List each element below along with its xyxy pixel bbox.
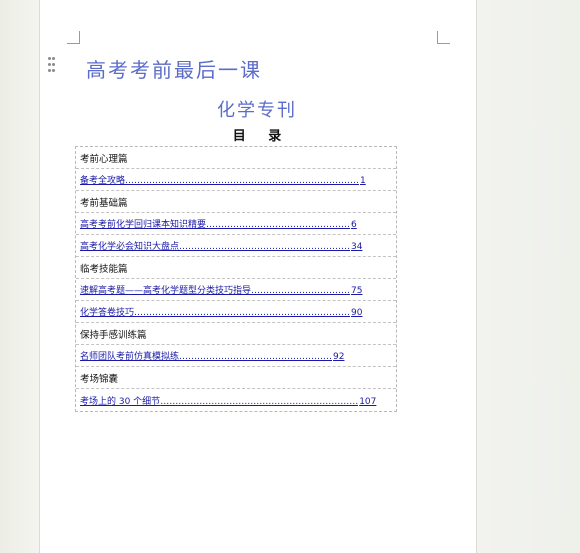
toc-heading: 目 录 — [232, 129, 282, 144]
toc-entry-title: 高考考前化学回归课本知识精要 — [80, 220, 207, 230]
toc-entry-title: 速解高考题——高考化学题型分类技巧指导 — [80, 286, 252, 296]
document-page: 高考考前最后一课 化学专刊 目 录 考前心理篇 备考全攻略………………………………… — [40, 0, 476, 553]
toc-entry-page-number: 34 — [351, 242, 363, 252]
margin-corner-mark-top-left — [67, 31, 80, 44]
toc-entry-title: 化学答卷技巧 — [80, 308, 135, 318]
toc-entry-title: 考场上的 30 个细节 — [80, 396, 161, 407]
toc-entry-leader: …………………………………………… — [179, 352, 333, 362]
document-title: 高考考前最后一课 — [86, 58, 262, 82]
toc-entry-page-number: 1 — [360, 176, 366, 186]
toc-entry-link[interactable]: 高考考前化学回归课本知识精要………………………………………… 6 — [80, 217, 357, 230]
toc-entry-row: 化学答卷技巧……………………………………………………………… 90 — [76, 301, 396, 323]
toc-entry-row: 速解高考题——高考化学题型分类技巧指导…………………………… 75 — [76, 279, 396, 301]
toc-entry-leader: …………………………… — [251, 286, 351, 296]
toc-entry-page-number: 92 — [333, 352, 345, 362]
toc-entry-title: 备考全攻略 — [80, 176, 126, 186]
toc-entry-page-number: 107 — [359, 396, 377, 407]
toc-entry-page-number: 90 — [351, 308, 363, 318]
document-subtitle: 化学专刊 — [217, 100, 297, 121]
toc-section-heading: 考场锦囊 — [76, 367, 396, 389]
toc-entry-link[interactable]: 名师团队考前仿真模拟练…………………………………………… 92 — [80, 349, 344, 362]
toc-entry-page-number: 75 — [351, 286, 363, 296]
toc-section-heading: 保持手感训练篇 — [76, 323, 396, 345]
toc-entry-link[interactable]: 高考化学必会知识大盘点………………………………………………… 34 — [80, 239, 362, 252]
toc-entry-leader: ………………………………………………… — [179, 242, 351, 252]
toc-entry-row: 备考全攻略…………………………………………………………………… 1 — [76, 169, 396, 191]
toc-entry-row: 高考考前化学回归课本知识精要………………………………………… 6 — [76, 213, 396, 235]
table-of-contents: 考前心理篇备考全攻略…………………………………………………………………… 1 考前基… — [75, 146, 397, 412]
toc-entry-page-number: 6 — [351, 220, 357, 230]
toc-entry-leader: ………………………………………… — [206, 220, 351, 230]
toc-entry-row: 名师团队考前仿真模拟练…………………………………………… 92 — [76, 345, 396, 367]
toc-entry-leader: ………………………………………………………… — [160, 396, 359, 407]
toc-section-heading: 临考技能篇 — [76, 257, 396, 279]
toc-entry-row: 高考化学必会知识大盘点………………………………………………… 34 — [76, 235, 396, 257]
margin-corner-mark-top-right — [437, 31, 450, 44]
toc-entry-link[interactable]: 化学答卷技巧……………………………………………………………… 90 — [80, 305, 362, 318]
drag-handle-icon[interactable] — [48, 57, 58, 73]
toc-entry-title: 高考化学必会知识大盘点 — [80, 242, 180, 252]
toc-section-heading: 考前心理篇 — [76, 147, 396, 169]
toc-entry-link[interactable]: 速解高考题——高考化学题型分类技巧指导…………………………… 75 — [80, 283, 362, 296]
toc-entry-link[interactable]: 考场上的 30 个细节………………………………………………………… 107 — [80, 394, 376, 407]
toc-entry-title: 名师团队考前仿真模拟练 — [80, 352, 180, 362]
toc-entry-leader: …………………………………………………………………… — [125, 176, 360, 186]
toc-entry-row: 考场上的 30 个细节………………………………………………………… 107 — [76, 389, 396, 411]
toc-entry-leader: ……………………………………………………………… — [134, 308, 351, 318]
toc-entry-link[interactable]: 备考全攻略…………………………………………………………………… 1 — [80, 173, 366, 186]
toc-section-heading: 考前基础篇 — [76, 191, 396, 213]
